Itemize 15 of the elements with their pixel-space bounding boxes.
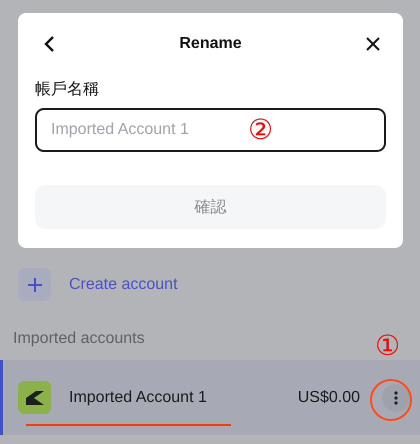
dialog-title: Rename	[179, 35, 242, 53]
field-label: 帳戶名稱	[35, 80, 99, 100]
account-balance: US$0.00	[298, 388, 360, 406]
account-logo-icon	[18, 381, 51, 414]
annotation-number: ①	[375, 332, 400, 360]
close-icon[interactable]	[366, 37, 380, 51]
annotation-number: ②	[248, 116, 273, 144]
section-heading: Imported accounts	[13, 330, 145, 348]
more-icon[interactable]	[382, 384, 410, 412]
account-row[interactable]: Imported Account 1 US$0.00	[0, 360, 420, 435]
account-name: Imported Account 1	[69, 388, 208, 406]
plus-icon[interactable]	[18, 268, 51, 301]
back-icon[interactable]	[43, 35, 55, 53]
create-account-link[interactable]: Create account	[69, 276, 178, 294]
annotation-circle	[370, 379, 412, 421]
